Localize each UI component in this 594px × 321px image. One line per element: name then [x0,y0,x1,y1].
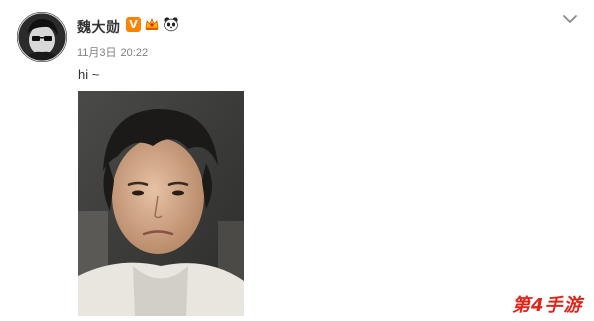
user-badges: V [126,16,179,32]
panda-badge-icon[interactable] [163,16,179,32]
username[interactable]: 魏大勋 [77,17,121,37]
post-time[interactable]: 20:22 [121,47,149,59]
weibo-post: 魏大勋 V 11月3日 20:22 hi ~ 第4手游 [0,0,594,321]
chevron-down-icon[interactable] [562,12,578,26]
avatar-image [17,12,67,62]
post-text: hi ~ [78,67,100,82]
crown-badge-icon[interactable] [144,16,160,32]
watermark: 第4手游 [512,295,583,316]
selfie-photo [78,91,244,316]
avatar[interactable] [17,12,67,62]
post-date[interactable]: 11月3日 [77,47,117,59]
verified-badge-icon[interactable]: V [126,16,141,32]
post-photo[interactable] [78,91,244,316]
post-meta: 11月3日 20:22 [77,44,148,60]
